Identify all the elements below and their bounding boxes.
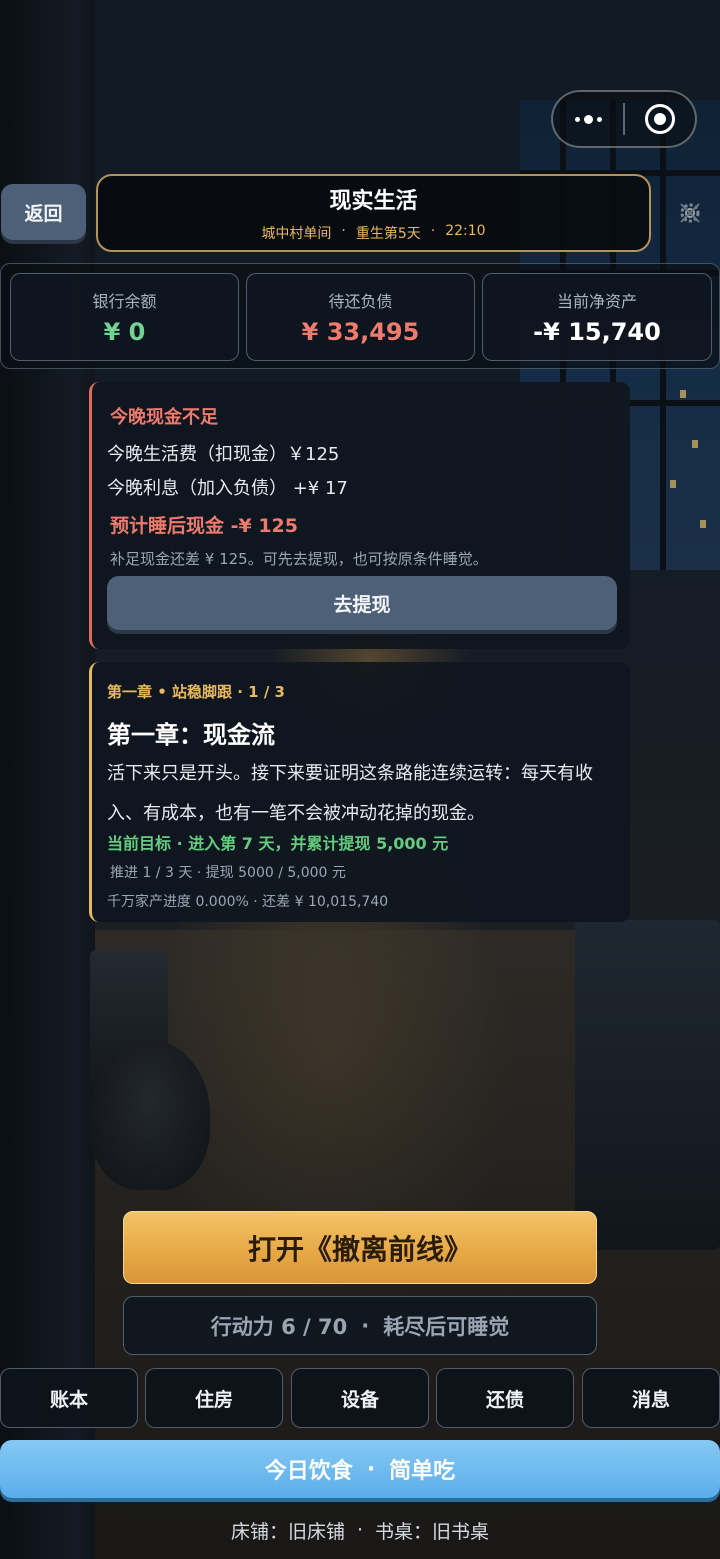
close-button[interactable]	[625, 92, 695, 146]
energy-hint: 耗尽后可睡觉	[383, 1314, 510, 1339]
diet-value: 简单吃	[389, 1459, 456, 1484]
nav-ledger-button[interactable]: 账本	[0, 1368, 138, 1428]
nav-repay-button[interactable]: 还债	[436, 1368, 574, 1428]
cash-warning-card: 今晚现金不足 今晚生活费（扣现金）￥125 今晚利息（加入负债） +¥ 17 预…	[89, 382, 630, 649]
energy-value: 行动力 6 / 70	[210, 1314, 348, 1339]
chapter-title: 第一章：现金流	[107, 721, 275, 749]
open-game-button[interactable]: 打开《撤离前线》	[123, 1211, 597, 1284]
time-label: 22:10	[445, 223, 486, 239]
nav-messages-button[interactable]: 消息	[582, 1368, 720, 1428]
net-assets-stat: 当前净资产 -¥ 15,740	[482, 273, 712, 361]
chapter-goal: 当前目标 · 进入第 7 天，并累计提现 5,000 元	[107, 834, 449, 853]
projected-cash-line: 预计睡后现金 -¥ 125	[110, 515, 298, 537]
net-assets-value: -¥ 15,740	[533, 318, 661, 346]
title-panel: 现实生活 城中村单间 · 重生第5天 · 22:10	[96, 174, 651, 252]
mini-program-capsule	[551, 90, 697, 148]
bank-balance-stat: 银行余额 ¥ 0	[10, 273, 239, 361]
gear-icon[interactable]	[676, 199, 704, 227]
stats-panel: 银行余额 ¥ 0 待还负债 ¥ 33,495 当前净资产 -¥ 15,740	[0, 263, 720, 369]
furniture-status: 床铺：旧床铺 · 书桌：旧书桌	[0, 1515, 720, 1545]
energy-status: 行动力 6 / 70 · 耗尽后可睡觉	[123, 1296, 597, 1355]
more-dots-icon	[574, 114, 602, 124]
location-label: 城中村单间	[261, 226, 332, 242]
nav-equipment-button[interactable]: 设备	[291, 1368, 429, 1428]
chapter-description: 活下来只是开头。接下来要证明这条路能连续运转：每天有收入、有成本，也有一笔不会被…	[107, 763, 593, 824]
diet-button[interactable]: 今日饮食 · 简单吃	[0, 1440, 720, 1498]
warning-heading: 今晚现金不足	[110, 407, 218, 428]
back-button[interactable]: 返回	[1, 184, 86, 240]
withdraw-button[interactable]: 去提现	[107, 576, 617, 630]
debt-stat: 待还负债 ¥ 33,495	[246, 273, 475, 361]
diet-label: 今日饮食	[264, 1459, 353, 1484]
chapter-card: 第一章 • 站稳脚跟 · 1 / 3 第一章：现金流 活下来只是开头。接下来要证…	[89, 662, 630, 922]
mini-program-close-icon	[645, 104, 675, 134]
day-label: 重生第5天	[355, 226, 421, 242]
nav-housing-button[interactable]: 住房	[145, 1368, 283, 1428]
bank-balance-value: ¥ 0	[103, 318, 146, 346]
subtitle: 城中村单间 · 重生第5天 · 22:10	[261, 223, 486, 242]
warning-note: 补足现金还差 ¥ 125。可先去提现，也可按原条件睡觉。	[110, 550, 488, 568]
bottom-nav: 账本 住房 设备 还债 消息	[0, 1368, 720, 1428]
fortune-progress: 千万家产进度 0.000% · 还差 ¥ 10,015,740	[107, 894, 389, 910]
page-title: 现实生活	[329, 189, 418, 214]
living-cost-line: 今晚生活费（扣现金）￥125	[107, 444, 340, 465]
interest-line: 今晚利息（加入负债） +¥ 17	[107, 478, 348, 499]
bed-status: 床铺：旧床铺	[230, 1520, 345, 1543]
more-button[interactable]	[553, 92, 623, 146]
desk-status: 书桌：旧书桌	[375, 1520, 490, 1543]
debt-value: ¥ 33,495	[301, 318, 420, 346]
chapter-progress: 推进 1 / 3 天 · 提现 5000 / 5,000 元	[110, 865, 346, 881]
chapter-tag: 第一章 • 站稳脚跟 · 1 / 3	[107, 683, 285, 701]
